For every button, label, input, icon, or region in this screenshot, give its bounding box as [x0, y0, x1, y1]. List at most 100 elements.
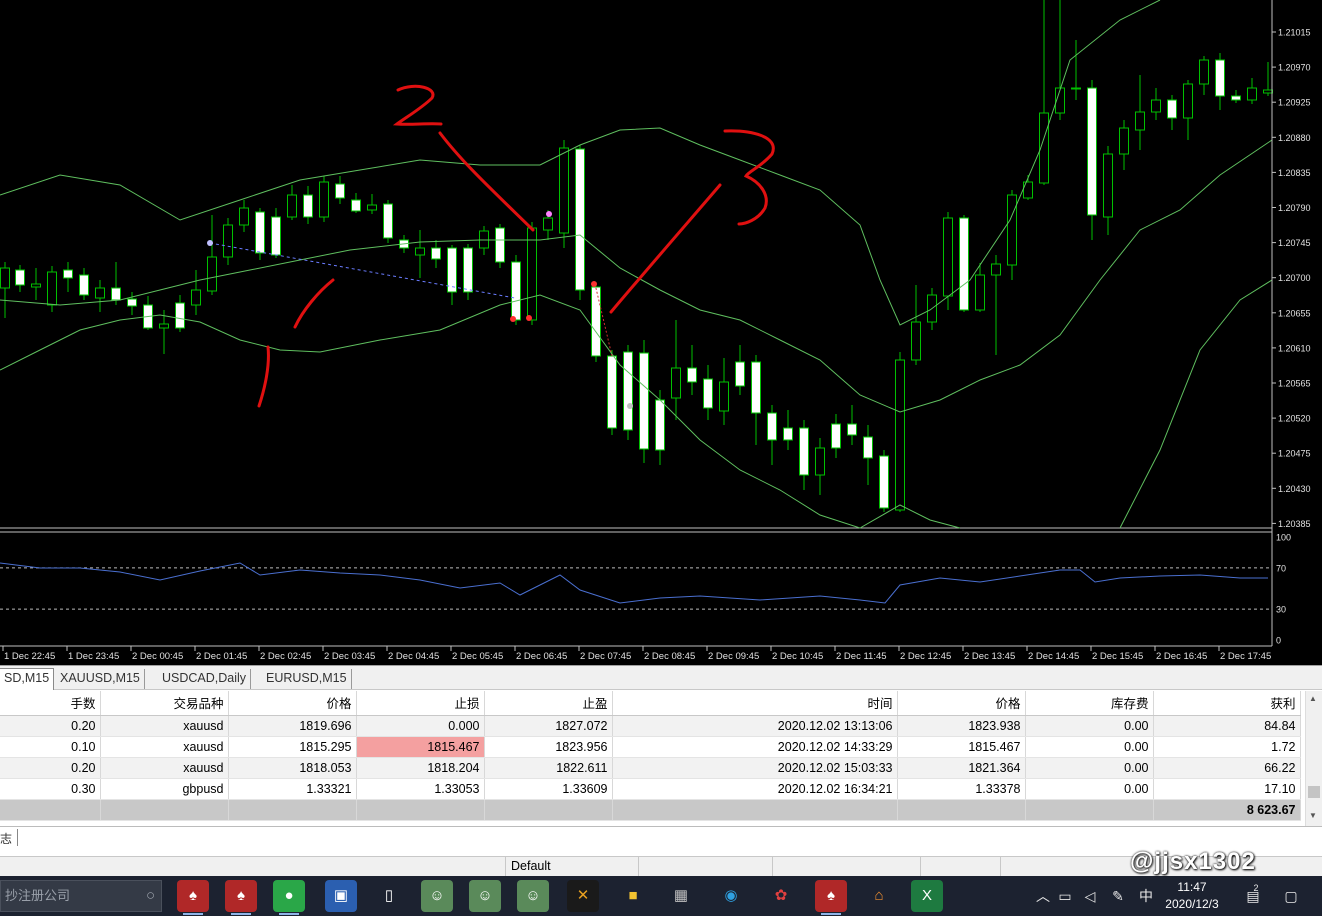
candle-body	[511, 261, 521, 321]
candle-body	[751, 361, 761, 414]
candle-body	[1135, 111, 1145, 131]
time-label: 2 Dec 14:45	[1028, 651, 1079, 662]
price-axis: 1.21015 1.20970 1.20925 1.20880 1.20835 1.207…	[1271, 0, 1311, 646]
trading-app-icon[interactable]: ✕	[567, 880, 599, 912]
scroll-down-icon[interactable]: ▼	[1309, 811, 1317, 820]
cell-stop-loss[interactable]: 1818.204	[356, 757, 485, 779]
user-app-icon[interactable]: ☺	[421, 880, 453, 912]
cell-take-profit[interactable]: 1822.611	[484, 757, 613, 779]
col-stop-loss[interactable]: 止损	[356, 691, 485, 716]
candle-body	[591, 286, 601, 357]
candle-body	[959, 217, 969, 311]
chevron-up-icon[interactable]: ︿	[1034, 876, 1052, 916]
total-row: 8 623.67	[0, 799, 1301, 821]
tab-eurusd-m15[interactable]: EURUSD,M15	[262, 669, 352, 689]
table-row[interactable]: 0.20 xauusd 1819.696 0.000 1827.072 2020…	[0, 715, 1301, 737]
excel-icon[interactable]: X	[911, 880, 943, 912]
candle-body	[47, 271, 57, 306]
scroll-thumb[interactable]	[1308, 786, 1320, 798]
cell-take-profit[interactable]: 1.33609	[484, 778, 613, 800]
candle-body	[431, 247, 441, 260]
candle-body	[223, 224, 233, 258]
candle-body	[303, 194, 313, 218]
hand-annotation-stroke	[293, 278, 335, 329]
mt4-app-icon[interactable]: ♠	[177, 880, 209, 915]
edge-browser-icon[interactable]: ◉	[715, 880, 747, 912]
cell-volume: 0.20	[0, 757, 101, 779]
col-volume[interactable]: 手数	[0, 691, 101, 716]
calculator-icon[interactable]: ▦	[665, 880, 697, 912]
cell-take-profit[interactable]: 1823.956	[484, 736, 613, 758]
mt4-app-icon[interactable]: ♠	[225, 880, 257, 915]
time-label: 2 Dec 05:45	[452, 651, 503, 662]
cell-stop-loss[interactable]: 1815.467	[356, 736, 485, 758]
candle-body	[559, 147, 569, 234]
price-label: 1.20610	[1278, 343, 1311, 353]
taskbar-search-box[interactable]: 抄注册公司 ○	[0, 880, 162, 912]
user-app-icon[interactable]: ☺	[469, 880, 501, 912]
candle-body	[63, 269, 73, 279]
tab-usdcad-daily[interactable]: USDCAD,Daily	[158, 669, 252, 689]
price-label: 1.21015	[1278, 28, 1311, 38]
candle-body	[1007, 194, 1017, 266]
col-profit[interactable]: 获利	[1153, 691, 1301, 716]
candle-body	[831, 423, 841, 449]
window-app-icon[interactable]: ▣	[325, 880, 357, 912]
price-chart[interactable]: 100 70 30 0 1.21015 1.20970 1.20925 1.20880 1.2…	[0, 0, 1322, 665]
table-row[interactable]: 0.10 xauusd 1815.295 1815.467 1823.956 2…	[0, 736, 1301, 758]
candle-body	[1231, 95, 1241, 101]
tab-sd-m15[interactable]: SD,M15	[0, 668, 55, 690]
rsi-level-label: 100	[1276, 533, 1291, 543]
col-take-profit[interactable]: 止盈	[484, 691, 613, 716]
clock-date: 2020/12/3	[1165, 897, 1219, 911]
col-symbol[interactable]: 交易品种	[100, 691, 229, 716]
pinwheel-app-icon[interactable]: ✿	[765, 880, 797, 912]
table-row[interactable]: 0.20 xauusd 1818.053 1818.204 1822.611 2…	[0, 757, 1301, 779]
cell-take-profit[interactable]: 1827.072	[484, 715, 613, 737]
price-label: 1.20385	[1278, 519, 1311, 529]
candle-body	[895, 359, 905, 511]
candle-body	[671, 367, 681, 399]
time-label: 2 Dec 16:45	[1156, 651, 1207, 662]
candle-body	[287, 194, 297, 218]
cell-profit: 1.72	[1153, 736, 1301, 758]
cell-open-price: 1818.053	[228, 757, 357, 779]
cell-stop-loss[interactable]: 0.000	[356, 715, 485, 737]
col-open-price[interactable]: 价格	[228, 691, 357, 716]
cell-symbol: gbpusd	[100, 778, 229, 800]
time-label: 2 Dec 08:45	[644, 651, 695, 662]
wechat-icon[interactable]: ●	[273, 880, 305, 915]
tab-xauusd-m15[interactable]: XAUUSD,M15	[56, 669, 145, 689]
table-row[interactable]: 0.30 gbpusd 1.33321 1.33053 1.33609 2020…	[0, 778, 1301, 800]
chart-canvas[interactable]: 10070300 1.210151.209701.209251.208801.2…	[0, 0, 1322, 665]
cell-profit: 66.22	[1153, 757, 1301, 779]
col-current-price[interactable]: 价格	[897, 691, 1026, 716]
cell-profit: 17.10	[1153, 778, 1301, 800]
candle-body	[943, 217, 953, 297]
profile-name[interactable]: Default	[505, 857, 638, 877]
time-axis: 1 Dec 22:45 1 Dec 23:45 2 Dec 00:45 2 Dec 0…	[0, 645, 1272, 662]
candle-body	[607, 355, 617, 429]
document-icon[interactable]: ▯	[373, 880, 405, 912]
home-app-icon[interactable]: ⌂	[863, 880, 895, 912]
user-app-icon[interactable]: ☺	[517, 880, 549, 912]
scroll-up-icon[interactable]: ▲	[1309, 694, 1317, 703]
ime-indicator[interactable]: 中	[1135, 876, 1157, 916]
folder-icon[interactable]: ■	[617, 880, 649, 912]
cell-current-price: 1815.467	[897, 736, 1026, 758]
cell-time: 2020.12.02 13:13:06	[612, 715, 898, 737]
action-center-icon[interactable]: ▢	[1278, 876, 1304, 916]
mt4-app-icon[interactable]: ♠	[815, 880, 847, 915]
candle-body	[1103, 153, 1113, 218]
col-time[interactable]: 时间	[612, 691, 898, 716]
volume-icon[interactable]: ◁	[1080, 876, 1100, 916]
candle-body	[1071, 87, 1081, 90]
system-clock[interactable]: 11:47 2020/12/3	[1160, 879, 1224, 913]
col-swap[interactable]: 库存费	[1025, 691, 1154, 716]
pen-icon[interactable]: ✎	[1108, 876, 1128, 916]
cell-stop-loss[interactable]: 1.33053	[356, 778, 485, 800]
network-icon[interactable]: ▭	[1055, 876, 1075, 916]
candle-body	[351, 199, 361, 212]
tab-journal[interactable]: 志	[0, 830, 12, 847]
orders-scrollbar[interactable]: ▲ ▼	[1305, 691, 1322, 826]
